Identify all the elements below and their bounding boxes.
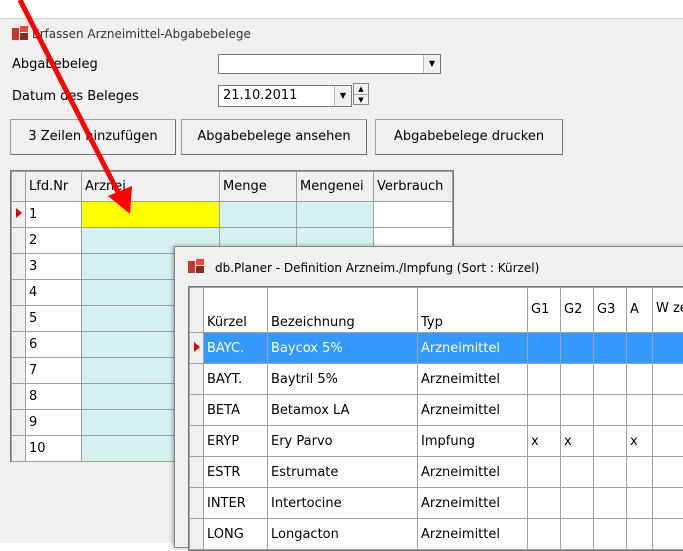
window-title: Erfassen Arzneimittel-Abgabebelege (32, 27, 251, 41)
app-icon (12, 26, 28, 40)
cell-lfdnr[interactable]: 7 (26, 358, 82, 384)
table-row[interactable]: BETABetamox LAArzneimittel (190, 395, 683, 426)
cell-arznei[interactable] (82, 202, 220, 228)
current-row-icon (194, 342, 200, 352)
col-header[interactable]: G3 (594, 288, 627, 333)
row-indicator (12, 202, 26, 228)
col-header[interactable]: A (627, 288, 653, 333)
cell-lfdnr[interactable]: 6 (26, 332, 82, 358)
current-row-icon (16, 208, 22, 218)
date-spinner[interactable]: ▲ ▼ (353, 83, 369, 105)
cell-lfdnr[interactable]: 4 (26, 280, 82, 306)
abgabebeleg-label: Abgabebeleg (12, 57, 98, 72)
col-header[interactable]: G2 (561, 288, 594, 333)
row-indicator (190, 333, 204, 364)
title-bar: Erfassen Arzneimittel-Abgabebelege (0, 19, 683, 45)
col-header[interactable]: Kürzel (204, 288, 268, 333)
table-row[interactable]: 1 (12, 202, 453, 228)
table-row[interactable]: LONGLongactonArzneimittel (190, 519, 683, 550)
spin-up-icon[interactable]: ▲ (354, 84, 368, 95)
app-icon (188, 259, 204, 273)
col-header[interactable]: Typ (418, 288, 528, 333)
cell-lfdnr[interactable]: 8 (26, 384, 82, 410)
add-rows-button[interactable]: 3 Zeilen hinzufügen (10, 119, 176, 155)
col-header[interactable]: Mengenei (297, 172, 374, 202)
col-header[interactable]: Arznei (82, 172, 220, 202)
col-header[interactable]: Bezeichnung (268, 288, 418, 333)
lookup-dialog: db.Planer - Definition Arzneim./Impfung … (174, 246, 683, 548)
table-row[interactable]: ERYPEry ParvoImpfungxxx (190, 426, 683, 457)
spin-down-icon[interactable]: ▼ (354, 95, 368, 105)
datum-label: Datum des Beleges (12, 89, 139, 104)
dialog-grid: Kürzel Bezeichnung Typ G1 G2 G3 A W ze B… (188, 286, 683, 551)
col-header[interactable]: Menge (220, 172, 297, 202)
cell-lfdnr[interactable]: 2 (26, 228, 82, 254)
cell-lfdnr[interactable]: 9 (26, 410, 82, 436)
cell-mengenei[interactable] (297, 202, 374, 228)
datum-field[interactable]: 21.10.2011 ▼ (218, 85, 352, 107)
cell-lfdnr[interactable]: 1 (26, 202, 82, 228)
col-header[interactable]: Verbrauch (374, 172, 453, 202)
grid-corner (190, 288, 204, 333)
view-button[interactable]: Abgabebelege ansehen (181, 119, 367, 155)
col-header[interactable]: G1 (528, 288, 561, 333)
print-button[interactable]: Abgabebelege drucken (375, 119, 563, 155)
col-header[interactable]: W ze (653, 288, 683, 333)
cell-verbrauch[interactable] (374, 202, 453, 228)
table-row[interactable]: ESTREstrumateArzneimittel (190, 457, 683, 488)
abgabebeleg-combo[interactable]: ▼ (218, 54, 441, 74)
chevron-down-icon[interactable]: ▼ (334, 86, 351, 106)
cell-lfdnr[interactable]: 5 (26, 306, 82, 332)
chevron-down-icon[interactable]: ▼ (423, 55, 440, 73)
dialog-title: db.Planer - Definition Arzneim./Impfung … (215, 261, 539, 275)
table-row[interactable]: BAYT.Baytril 5%Arzneimittel (190, 364, 683, 395)
col-header[interactable]: Lfd.Nr (26, 172, 82, 202)
grid-corner (12, 172, 26, 202)
datum-value: 21.10.2011 (223, 88, 297, 103)
table-row[interactable]: INTERIntertocineArzneimittel (190, 488, 683, 519)
cell-lfdnr[interactable]: 10 (26, 436, 82, 462)
cell-lfdnr[interactable]: 3 (26, 254, 82, 280)
table-row[interactable]: BAYC.Baycox 5%Arzneimittel (190, 333, 683, 364)
cell-menge[interactable] (220, 202, 297, 228)
